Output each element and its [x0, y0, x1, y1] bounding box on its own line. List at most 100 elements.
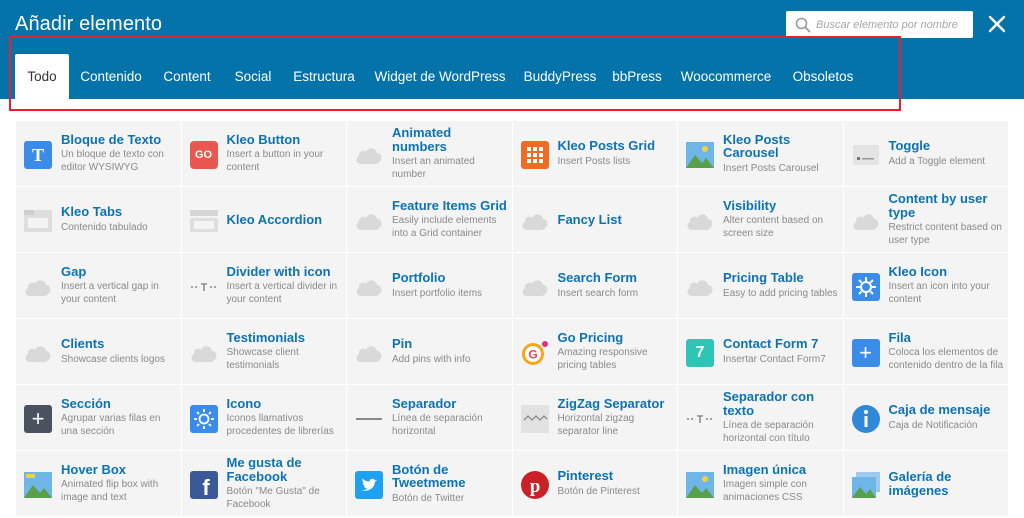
- cloud-icon: [354, 272, 384, 302]
- element-item[interactable]: Feature Items Grid Easily include element…: [347, 187, 513, 253]
- element-item[interactable]: Search Form Insert search form: [512, 253, 678, 319]
- element-item[interactable]: Visibility Alter content based on screen …: [678, 187, 844, 253]
- facebook-icon: f: [189, 470, 219, 500]
- element-item[interactable]: Caja de mensaje Caja de Notificación: [843, 385, 1009, 451]
- element-item[interactable]: Imagen única Imagen simple con animacione…: [678, 451, 844, 517]
- element-item[interactable]: Separador Línea de separación horizontal: [347, 385, 513, 451]
- element-item[interactable]: T Bloque de Texto Un bloque de texto con e…: [16, 121, 182, 187]
- element-text: Bloque de Texto Un bloque de texto con ed…: [61, 121, 177, 186]
- element-name: Animated numbers: [392, 125, 452, 154]
- element-item[interactable]: G Go Pricing Amazing responsive pricing ta…: [512, 319, 678, 385]
- element-item[interactable]: Content by user type Restrict content bas…: [843, 187, 1009, 253]
- tab-content[interactable]: Content: [158, 54, 216, 99]
- element-name: Search Form: [557, 270, 637, 286]
- cloud-icon: [354, 338, 384, 368]
- tab-estructura[interactable]: Estructura: [287, 54, 361, 99]
- element-item[interactable]: T Separador con texto Línea de separación …: [678, 385, 844, 451]
- element-item[interactable]: 7 Contact Form 7 Insertar Contact Form7: [678, 319, 844, 385]
- element-name: Icono: [226, 395, 262, 411]
- element-description: Agrupar varias filas en una sección: [61, 413, 161, 438]
- element-item[interactable]: Pricing Table Easy to add pricing tables: [678, 253, 844, 319]
- tab-todo[interactable]: Todo: [15, 54, 69, 99]
- element-item[interactable]: Animated numbers Insert an animated numbe…: [347, 121, 513, 187]
- element-item[interactable]: Fancy List: [512, 187, 678, 253]
- tab-bbpress[interactable]: bbPress: [605, 54, 669, 99]
- element-item[interactable]: Icono Iconos llamativos procedentes de li…: [181, 385, 347, 451]
- element-name: Imagen única: [723, 461, 807, 477]
- element-item[interactable]: + Fila Coloca los elementos de contenido d…: [843, 319, 1009, 385]
- cloud-icon: [354, 140, 384, 170]
- element-item[interactable]: Kleo Posts Carousel Insert Posts Carousel: [678, 121, 844, 187]
- element-item[interactable]: Kleo Posts Grid Insert Posts lists: [512, 121, 678, 187]
- element-item[interactable]: Botón de Tweetmeme Botón de Twitter: [347, 451, 513, 517]
- element-item[interactable]: T Divider with icon Insert a vertical divi…: [181, 253, 347, 319]
- element-description: Insertar Contact Form7: [723, 353, 826, 365]
- tab-buddypress[interactable]: BuddyPress: [519, 54, 601, 99]
- element-description: Horizontal zigzag separator line: [557, 413, 635, 438]
- toggle-icon: [851, 140, 881, 170]
- search-input[interactable]: [816, 11, 973, 38]
- element-text: Me gusta de Facebook Botón "Me Gusta" de …: [227, 451, 343, 516]
- element-name: Kleo Accordion: [226, 211, 323, 227]
- accordion-icon: [189, 206, 219, 236]
- element-item[interactable]: Pin Add pins with info: [347, 319, 513, 385]
- element-text: Separador Línea de separación horizontal: [392, 385, 508, 450]
- divider-icon: T: [685, 404, 715, 434]
- element-name: Toggle: [888, 138, 931, 154]
- element-item[interactable]: p Pinterest Botón de Pinterest: [512, 451, 678, 517]
- text-block-icon: T: [23, 140, 53, 170]
- element-name: Kleo Button: [226, 131, 301, 147]
- element-name: Me gusta de Facebook: [226, 455, 302, 484]
- element-name: Pinterest: [557, 468, 614, 484]
- element-item[interactable]: GO Kleo Button Insert a button in your con…: [181, 121, 347, 187]
- close-button[interactable]: [986, 13, 1008, 35]
- gallery-icon: [851, 470, 881, 500]
- element-item[interactable]: Kleo Tabs Contenido tabulado: [16, 187, 182, 253]
- element-item[interactable]: Kleo Icon Insert an icon into your conten…: [843, 253, 1009, 319]
- element-item[interactable]: Galería de imágenes: [843, 451, 1009, 517]
- svg-text:T: T: [697, 414, 704, 426]
- element-description: Alter content based on screen size: [723, 215, 824, 240]
- element-text: Pinterest Botón de Pinterest: [558, 451, 674, 516]
- element-description: Línea de separación horizontal: [392, 413, 483, 438]
- posts-grid-icon: [520, 140, 550, 170]
- tabs-icon: [23, 206, 53, 236]
- element-text: Imagen única Imagen simple con animacione…: [723, 451, 839, 516]
- tab-woocommerce[interactable]: Woocommerce: [675, 54, 777, 99]
- element-item[interactable]: Kleo Accordion: [181, 187, 347, 253]
- element-description: Easy to add pricing tables: [723, 287, 838, 299]
- element-text: Go Pricing Amazing responsive pricing tab…: [558, 319, 674, 384]
- element-item[interactable]: Portfolio Insert portfolio items: [347, 253, 513, 319]
- tab-obsoletos[interactable]: Obsoletos: [785, 54, 861, 99]
- cloud-icon: [685, 272, 715, 302]
- element-description: Insert Posts Carousel: [723, 162, 819, 174]
- element-item[interactable]: Clients Showcase clients logos: [16, 319, 182, 385]
- cloud-icon: [685, 206, 715, 236]
- element-description: Easily include elements into a Grid cont…: [392, 215, 497, 240]
- element-item[interactable]: Toggle Add a Toggle element: [843, 121, 1009, 187]
- element-name: Kleo Posts Grid: [557, 138, 656, 154]
- element-description: Amazing responsive pricing tables: [557, 347, 648, 372]
- svg-text:f: f: [202, 475, 210, 499]
- search-box[interactable]: [786, 11, 973, 38]
- element-text: Portfolio Insert portfolio items: [392, 253, 508, 318]
- tab-widget-wordpress[interactable]: Widget de WordPress: [368, 54, 512, 99]
- element-name: Sección: [61, 395, 111, 411]
- element-item[interactable]: f Me gusta de Facebook Botón "Me Gusta" de…: [181, 451, 347, 517]
- element-text: Sección Agrupar varias filas en una secci…: [61, 385, 177, 450]
- element-item[interactable]: Gap Insert a vertical gap in your content: [16, 253, 182, 319]
- element-item[interactable]: Testimonials Showcase client testimonials: [181, 319, 347, 385]
- element-item[interactable]: + Sección Agrupar varias filas en una secc…: [16, 385, 182, 451]
- close-icon: [988, 15, 1006, 33]
- element-name: Visibility: [723, 197, 777, 213]
- element-item[interactable]: Hover Box Animated flip box with image an…: [16, 451, 182, 517]
- tab-social[interactable]: Social: [226, 54, 280, 99]
- element-text: Gap Insert a vertical gap in your content: [61, 253, 177, 318]
- element-text: Search Form Insert search form: [558, 253, 674, 318]
- element-description: Insert an animated number: [392, 156, 475, 180]
- element-item[interactable]: ZigZag Separator Horizontal zigzag separa…: [512, 385, 678, 451]
- plus-dark-icon: +: [23, 404, 53, 434]
- tab-contenido[interactable]: Contenido: [73, 54, 149, 99]
- element-name: Separador con texto: [723, 389, 815, 418]
- element-text: Caja de mensaje Caja de Notificación: [889, 385, 1005, 450]
